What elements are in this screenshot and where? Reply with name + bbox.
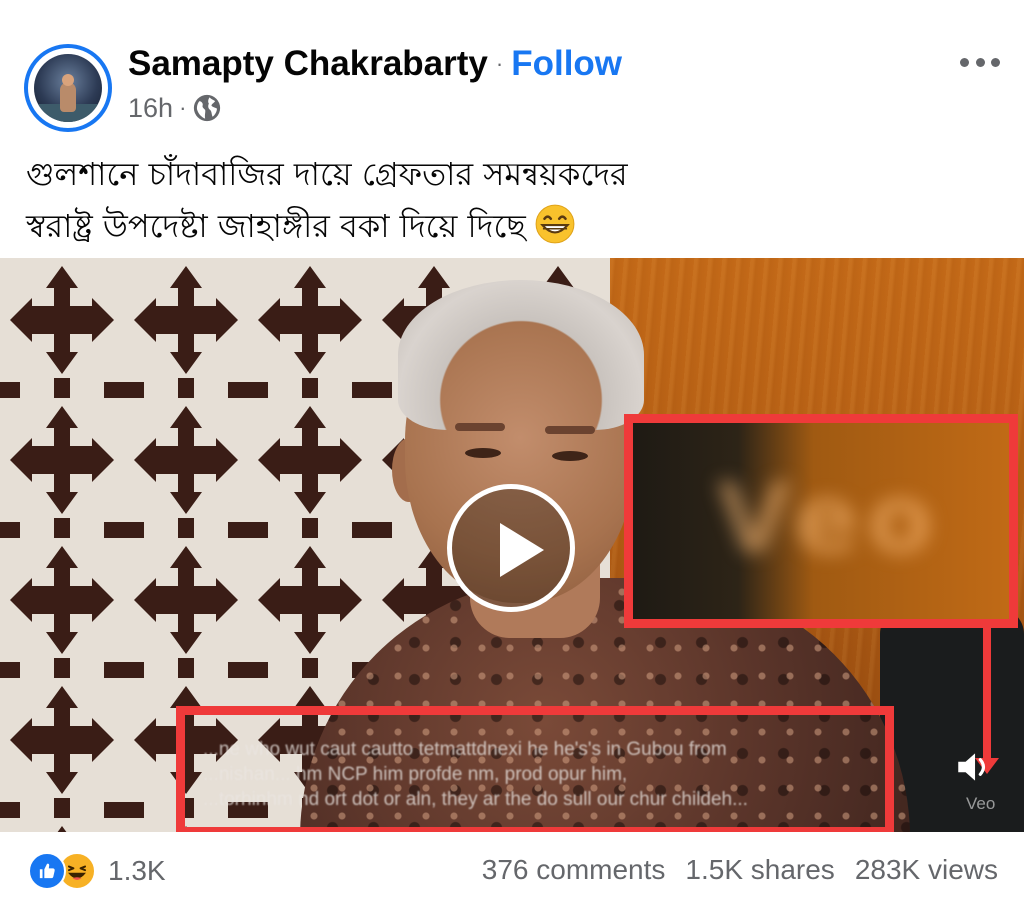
- meta-separator: ·: [179, 95, 187, 120]
- caption-line: স্বরাষ্ট্র উপদেষ্টা জাহাঙ্গীর বকা দিয়ে …: [26, 200, 986, 252]
- shares-count[interactable]: 1.5K shares: [685, 854, 834, 886]
- blurred-watermark-text: Veo: [717, 463, 942, 575]
- subtitle-line: ...torhinhm nd ort dot or aln, they ar t…: [203, 789, 748, 810]
- reactions-summary[interactable]: 1.3K: [28, 852, 166, 890]
- more-horizontal-icon: [960, 57, 969, 67]
- like-reaction-icon: [28, 852, 66, 890]
- post-footer: 1.3K 376 comments 1.5K shares 283K views: [0, 840, 1024, 910]
- subtitle-line: ...ne who wut caut cautto tetmattdnexi h…: [203, 739, 727, 760]
- post-caption: গুলশানে চাঁদাবাজির দায়ে গ্রেফতার সমন্বয…: [26, 148, 986, 252]
- play-icon: [500, 523, 544, 577]
- grinning-face-emoji: [535, 204, 575, 244]
- mute-icon[interactable]: [953, 746, 995, 788]
- highlight-connector-line: [983, 624, 991, 764]
- reaction-count: 1.3K: [108, 855, 166, 886]
- veo-watermark: Veo: [966, 794, 996, 813]
- caption-line: গুলশানে চাঁদাবাজির দায়ে গ্রেফতার সমন্বয…: [26, 155, 628, 193]
- video-player[interactable]: Veo ...ne who wut caut cautto tetmattdne…: [0, 258, 1024, 832]
- watermark-highlight-box: Veo: [624, 414, 1018, 628]
- subtitle-line: ...nishan... hm NCP him profde nm, prod …: [203, 764, 628, 785]
- caption-line-text: স্বরাষ্ট্র উপদেষ্টা জাহাঙ্গীর বকা দিয়ে …: [26, 207, 526, 245]
- play-button[interactable]: [447, 484, 575, 612]
- author-avatar[interactable]: [24, 44, 112, 132]
- post-header: Samapty Chakrabarty · Follow 16h ·: [0, 0, 1024, 140]
- engagement-stats: 376 comments 1.5K shares 283K views: [462, 854, 998, 886]
- follow-button[interactable]: Follow: [511, 44, 622, 84]
- avatar-image: [34, 54, 102, 122]
- comments-count[interactable]: 376 comments: [482, 854, 666, 886]
- author-row: Samapty Chakrabarty · Follow: [128, 42, 622, 86]
- author-name[interactable]: Samapty Chakrabarty: [128, 44, 488, 84]
- views-count: 283K views: [854, 854, 998, 885]
- video-subtitles: ...ne who wut caut cautto tetmattdnexi h…: [203, 737, 883, 812]
- post-timestamp[interactable]: 16h: [128, 93, 173, 124]
- post-meta: 16h ·: [128, 92, 222, 124]
- more-options-button[interactable]: [960, 52, 1000, 72]
- subtitle-highlight-box: ...ne who wut caut cautto tetmattdnexi h…: [176, 706, 894, 832]
- name-separator: ·: [495, 51, 504, 76]
- globe-icon[interactable]: [192, 93, 222, 123]
